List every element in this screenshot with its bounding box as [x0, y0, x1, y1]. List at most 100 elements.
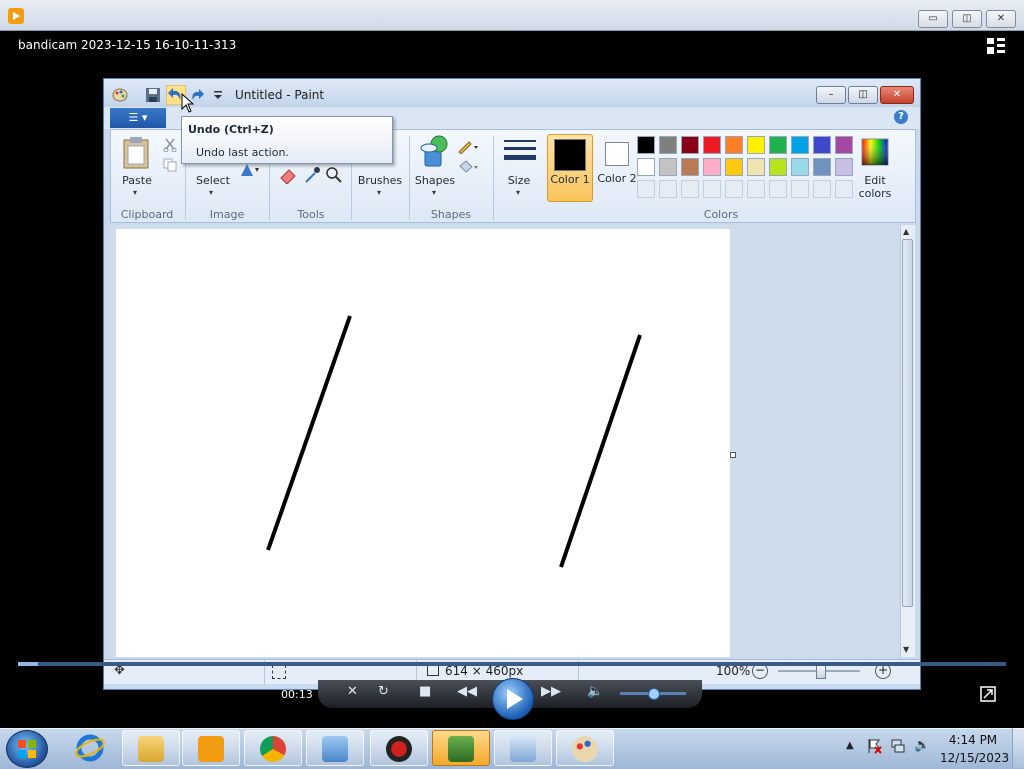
palette-custom-slot[interactable]: [747, 180, 765, 198]
taskbar-active-app[interactable]: [432, 730, 490, 766]
cut-icon[interactable]: [163, 138, 177, 152]
player-minimize-button[interactable]: ▭: [918, 10, 948, 28]
network-icon[interactable]: [890, 738, 906, 754]
palette-color-swatch[interactable]: [703, 158, 721, 176]
scroll-down-arrow-icon[interactable]: ▼: [903, 645, 909, 654]
clock-time[interactable]: 4:14 PM: [940, 733, 1006, 747]
eraser-icon[interactable]: [279, 166, 297, 184]
clock-date[interactable]: 12/15/2023: [940, 751, 1009, 765]
customize-qat-chevron-icon[interactable]: [210, 87, 226, 103]
palette-color-swatch[interactable]: [637, 158, 655, 176]
magnifier-icon[interactable]: [325, 166, 343, 184]
taskbar-chrome[interactable]: [244, 730, 302, 766]
palette-custom-slot[interactable]: [637, 180, 655, 198]
palette-color-swatch[interactable]: [813, 158, 831, 176]
fullscreen-grid-icon[interactable]: [987, 38, 1005, 54]
palette-custom-slot[interactable]: [791, 180, 809, 198]
palette-color-swatch[interactable]: [769, 158, 787, 176]
palette-color-swatch[interactable]: [637, 136, 655, 154]
volume-icon[interactable]: 🔈: [587, 684, 603, 699]
paste-icon[interactable]: [121, 136, 151, 170]
copy-icon[interactable]: [163, 158, 177, 172]
palette-color-swatch[interactable]: [791, 158, 809, 176]
size-chevron-down-icon[interactable]: ▾: [516, 188, 520, 197]
paste-chevron-down-icon[interactable]: ▾: [133, 188, 137, 197]
palette-custom-slot[interactable]: [813, 180, 831, 198]
palette-custom-slot[interactable]: [703, 180, 721, 198]
palette-custom-slot[interactable]: [681, 180, 699, 198]
color-picker-icon[interactable]: [303, 166, 321, 184]
show-desktop-button[interactable]: [1012, 728, 1024, 768]
palette-custom-slot[interactable]: [769, 180, 787, 198]
palette-color-swatch[interactable]: [747, 136, 765, 154]
repeat-icon[interactable]: ↻: [378, 684, 389, 699]
palette-custom-slot[interactable]: [725, 180, 743, 198]
taskbar-bandicam[interactable]: [370, 730, 428, 766]
shuffle-icon[interactable]: ✕: [347, 684, 358, 699]
shapes-chevron-down-icon[interactable]: ▾: [432, 188, 436, 197]
scrollbar-thumb[interactable]: [902, 239, 913, 607]
brushes-button[interactable]: Brushes: [355, 174, 405, 187]
shapes-button[interactable]: Shapes: [411, 174, 459, 187]
volume-tray-icon[interactable]: 🔉: [914, 738, 930, 753]
paint-close-button[interactable]: ✕: [880, 86, 914, 104]
palette-color-swatch[interactable]: [659, 136, 677, 154]
stop-icon[interactable]: ■: [419, 684, 431, 699]
palette-color-swatch[interactable]: [791, 136, 809, 154]
paint-restore-button[interactable]: ◫: [848, 86, 878, 104]
palette-color-swatch[interactable]: [769, 136, 787, 154]
save-icon[interactable]: [145, 87, 161, 103]
palette-color-swatch[interactable]: [725, 136, 743, 154]
outline-pencil-icon[interactable]: [457, 140, 479, 154]
palette-color-swatch[interactable]: [681, 158, 699, 176]
paste-button[interactable]: Paste: [117, 174, 157, 187]
taskbar-paint[interactable]: [556, 730, 614, 766]
palette-color-swatch[interactable]: [813, 136, 831, 154]
size-lines-icon[interactable]: [503, 138, 537, 166]
taskbar-on-screen-keyboard[interactable]: [494, 730, 552, 766]
palette-color-swatch[interactable]: [659, 158, 677, 176]
select-chevron-down-icon[interactable]: ▾: [209, 188, 213, 197]
brushes-chevron-down-icon[interactable]: ▾: [377, 188, 381, 197]
color1-button[interactable]: Color 1: [547, 134, 593, 202]
volume-slider-thumb[interactable]: [648, 688, 660, 700]
player-restore-button[interactable]: ◫: [952, 10, 982, 28]
palette-color-swatch[interactable]: [835, 158, 853, 176]
playback-progress-bar[interactable]: [18, 662, 1006, 666]
palette-color-swatch[interactable]: [681, 136, 699, 154]
rotate-icon[interactable]: [239, 162, 261, 178]
palette-color-swatch[interactable]: [725, 158, 743, 176]
shapes-icon[interactable]: [417, 134, 449, 168]
select-button[interactable]: Select: [191, 174, 235, 187]
palette-color-swatch[interactable]: [703, 136, 721, 154]
edit-colors-icon[interactable]: [861, 138, 889, 166]
palette-color-swatch[interactable]: [747, 158, 765, 176]
size-button[interactable]: Size: [497, 174, 541, 187]
palette-custom-slot[interactable]: [659, 180, 677, 198]
show-hidden-icons-chevron-icon[interactable]: ▲: [846, 740, 854, 751]
previous-icon[interactable]: ◀◀: [457, 684, 477, 699]
next-icon[interactable]: ▶▶: [541, 684, 561, 699]
play-button[interactable]: [492, 678, 534, 720]
edit-colors-button[interactable]: Edit colors: [853, 174, 897, 200]
player-close-button[interactable]: ✕: [986, 10, 1016, 28]
fullscreen-icon[interactable]: [980, 686, 996, 702]
paint-app-icon[interactable]: [112, 87, 128, 103]
taskbar-media-player[interactable]: [182, 730, 240, 766]
drawing-canvas[interactable]: [116, 229, 730, 657]
canvas-resize-handle[interactable]: [730, 452, 736, 458]
action-center-flag-icon[interactable]: [866, 738, 882, 754]
fill-bucket-icon[interactable]: [457, 160, 479, 174]
internet-explorer-icon[interactable]: [74, 732, 106, 764]
palette-custom-slot[interactable]: [835, 180, 853, 198]
paint-minimize-button[interactable]: –: [816, 86, 846, 104]
palette-color-swatch[interactable]: [835, 136, 853, 154]
start-button[interactable]: [6, 730, 48, 768]
help-icon[interactable]: ?: [894, 110, 908, 124]
file-menu-button[interactable]: ☰ ▾: [110, 108, 166, 128]
color2-button[interactable]: Color 2: [595, 134, 639, 200]
taskbar-control-panel[interactable]: [306, 730, 364, 766]
taskbar-explorer[interactable]: [122, 730, 180, 766]
scroll-up-arrow-icon[interactable]: ▲: [903, 227, 909, 236]
vertical-scrollbar[interactable]: ▲ ▼: [900, 225, 915, 657]
